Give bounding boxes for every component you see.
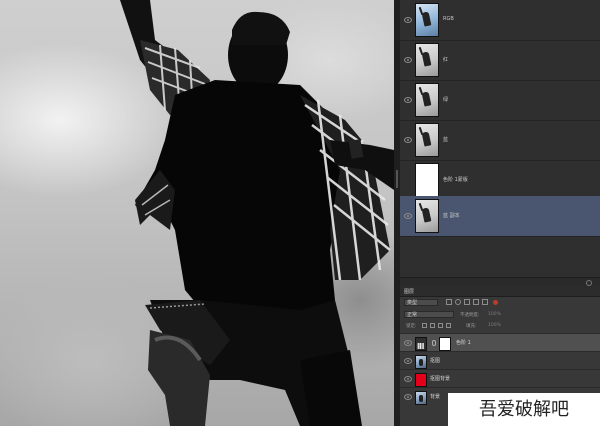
- visibility-eye-icon[interactable]: [404, 97, 412, 103]
- channel-label: 蓝 副本: [443, 213, 460, 219]
- canvas-image: [120, 0, 394, 426]
- channel-label: 蓝: [443, 137, 449, 143]
- channel-row-red[interactable]: 红: [400, 40, 600, 81]
- layers-tab[interactable]: 图层: [400, 287, 600, 297]
- layer-thumbnail: [415, 355, 427, 369]
- layer-cutout[interactable]: 抠图: [400, 351, 600, 369]
- opacity-field[interactable]: 100%: [488, 312, 501, 317]
- filter-smart-object-icon[interactable]: [482, 299, 488, 305]
- link-chain-icon[interactable]: [432, 340, 436, 346]
- lock-all-icon[interactable]: [446, 323, 451, 328]
- blend-mode-select[interactable]: 正常: [404, 311, 454, 318]
- fill-field[interactable]: 100%: [488, 323, 501, 328]
- visibility-eye-icon[interactable]: [404, 17, 412, 23]
- divider-grip[interactable]: [396, 170, 398, 188]
- layer-name: 背景: [430, 394, 441, 400]
- channel-row-blue-copy[interactable]: 蓝 副本: [400, 196, 600, 237]
- channel-row-rgb[interactable]: RGB: [400, 0, 600, 41]
- tab-label: 图层: [404, 289, 415, 295]
- layer-cutout-background[interactable]: 抠图背景: [400, 369, 600, 387]
- channel-thumbnail: [415, 123, 439, 157]
- visibility-eye-icon[interactable]: [404, 137, 412, 143]
- photoshop-window: RGB 红 绿 蓝 色阶 1蒙版 蓝 副本 图层 类型 正常 不透明度: 100…: [0, 0, 600, 426]
- visibility-eye-icon[interactable]: [404, 376, 412, 382]
- layer-thumbnail: [415, 391, 427, 405]
- visibility-eye-icon[interactable]: [404, 358, 412, 364]
- layer-name: 抠图背景: [430, 376, 451, 382]
- lock-position-icon[interactable]: [438, 323, 443, 328]
- layer-levels-1[interactable]: 色阶 1: [400, 333, 600, 351]
- channel-thumbnail: [415, 199, 439, 233]
- filter-pixel-icon[interactable]: [446, 299, 452, 305]
- channel-row-levels-mask[interactable]: 色阶 1蒙版: [400, 160, 600, 201]
- lock-pixels-icon[interactable]: [430, 323, 435, 328]
- layer-name: 抠图: [430, 358, 441, 364]
- layer-thumbnail: [415, 373, 427, 387]
- filter-toggle-icon[interactable]: [493, 300, 498, 305]
- layer-name: 色阶 1: [456, 340, 471, 346]
- channel-label: RGB: [443, 16, 454, 22]
- channel-row-green[interactable]: 绿: [400, 80, 600, 121]
- visibility-eye-icon[interactable]: [404, 340, 412, 346]
- channel-thumbnail: [415, 163, 439, 197]
- visibility-eye-icon[interactable]: [404, 213, 412, 219]
- channel-thumbnail: [415, 3, 439, 37]
- opacity-label: 不透明度:: [460, 313, 480, 318]
- panel-options-icon[interactable]: [586, 280, 592, 286]
- channels-footer: [400, 277, 600, 287]
- filter-kind-select[interactable]: 类型: [404, 299, 438, 306]
- layer-mask-thumbnail[interactable]: [439, 337, 451, 351]
- channel-label: 红: [443, 57, 449, 63]
- fill-label: 填充:: [466, 324, 477, 329]
- filter-type-icon[interactable]: [464, 299, 470, 305]
- filter-adjustment-icon[interactable]: [455, 299, 461, 305]
- blend-opacity-row: 正常 不透明度: 100%: [400, 309, 600, 320]
- visibility-eye-icon[interactable]: [404, 57, 412, 63]
- channel-label: 色阶 1蒙版: [443, 177, 468, 183]
- layer-filter-row: 类型: [400, 297, 600, 308]
- lock-label: 锁定:: [406, 324, 417, 329]
- document-canvas[interactable]: [0, 0, 394, 426]
- watermark: 吾爱破解吧: [448, 393, 600, 426]
- channel-thumbnail: [415, 43, 439, 77]
- adjustment-thumbnail: [415, 337, 427, 351]
- filter-shape-icon[interactable]: [473, 299, 479, 305]
- lock-transparent-icon[interactable]: [422, 323, 427, 328]
- visibility-eye-icon[interactable]: [404, 394, 412, 400]
- channels-panel: RGB 红 绿 蓝 色阶 1蒙版 蓝 副本: [400, 0, 600, 277]
- channel-label: 绿: [443, 97, 449, 103]
- channel-thumbnail: [415, 83, 439, 117]
- channel-row-blue[interactable]: 蓝: [400, 120, 600, 161]
- lock-fill-row: 锁定: 填充: 100%: [400, 320, 600, 331]
